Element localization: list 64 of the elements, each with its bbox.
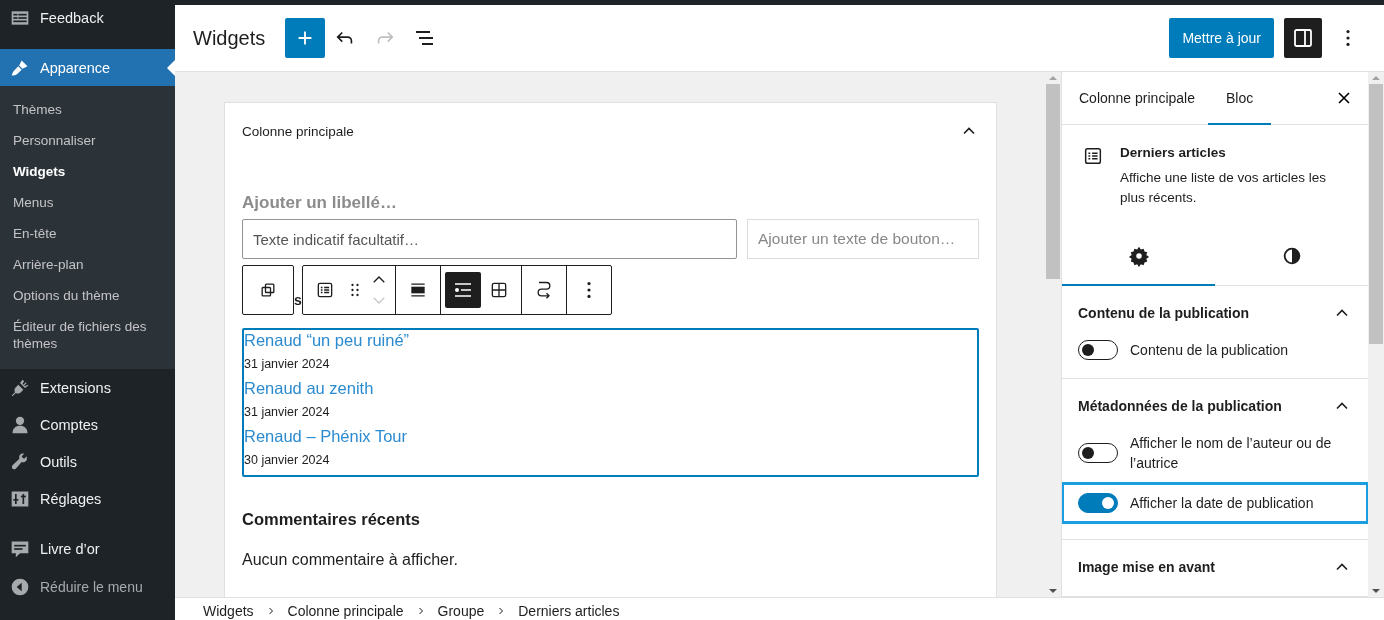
search-button-text-field[interactable]: Ajouter un texte de bouton…	[747, 219, 979, 259]
sidebar-icon	[1291, 26, 1315, 50]
breadcrumb-link[interactable]: Widgets	[203, 602, 254, 619]
add-block-button[interactable]	[285, 18, 326, 58]
empty-message: Aucun commentaire à afficher.	[242, 551, 459, 569]
admin-submenu-item[interactable]: Thèmes	[0, 94, 175, 125]
form-icon	[10, 8, 30, 28]
parent-block-button[interactable]	[242, 265, 294, 315]
post-link[interactable]: Renaud au zenith	[244, 378, 374, 398]
breadcrumb-link[interactable]: Derniers articles	[518, 602, 620, 619]
more-icon	[1346, 30, 1350, 46]
admin-menu-item[interactable]: Livre d’or	[0, 530, 175, 567]
panel-title[interactable]: Métadonnées de la publication	[1078, 398, 1282, 414]
block-description: Affiche une liste de vos articles les plus récents.	[1120, 169, 1328, 207]
heading-text: s	[294, 292, 302, 308]
grid-icon	[489, 280, 509, 300]
post-date: 31 janvier 2024	[244, 356, 330, 372]
widget-area-title: Colonne principale	[242, 123, 354, 139]
admin-menu-item[interactable]: Apparence	[0, 49, 175, 86]
admin-submenu-item[interactable]: Menus	[0, 187, 175, 218]
toggle-switch[interactable]	[1078, 493, 1118, 513]
section-heading: Commentaires récents	[242, 510, 421, 529]
toggle-label: Contenu de la publication	[1130, 341, 1288, 360]
list-icon	[1082, 145, 1104, 167]
panel-title[interactable]: Contenu de la publication	[1078, 305, 1250, 321]
admin-menu-item[interactable]: Comptes	[0, 406, 175, 443]
user-icon	[10, 414, 30, 435]
panel-title[interactable]: Image mise en avant	[1078, 559, 1215, 575]
admin-submenu-item[interactable]: Arrière-plan	[0, 249, 175, 280]
breadcrumb-link[interactable]: Colonne principale	[287, 602, 404, 619]
admin-menu-item[interactable]: Extensions	[0, 369, 175, 406]
update-button[interactable]: Mettre à jour	[1169, 18, 1274, 58]
admin-submenu-item[interactable]: Personnaliser	[0, 125, 175, 156]
list-view-button[interactable]	[445, 272, 481, 308]
post-link[interactable]: Renaud “un peu ruiné”	[244, 330, 410, 350]
post-link[interactable]: Renaud – Phénix Tour	[244, 426, 407, 446]
wrench-icon	[10, 451, 30, 472]
toggle-switch[interactable]	[1078, 443, 1118, 463]
admin-menu-item[interactable]: Outils	[0, 443, 175, 480]
search-input-field[interactable]: Texte indicatif facultatif…	[242, 219, 737, 259]
list-icon	[315, 280, 335, 300]
admin-submenu-item[interactable]: Widgets	[0, 156, 175, 187]
admin-submenu-item[interactable]: Éditeur de fichiers des thèmes	[0, 311, 175, 359]
admin-submenu-item[interactable]: En-tête	[0, 218, 175, 249]
collapse-icon	[10, 576, 30, 597]
post-date: 31 janvier 2024	[244, 404, 330, 420]
toggle-label: Afficher le nom de l’auteur ou de l’autrice	[1130, 434, 1333, 473]
sidebar-tab[interactable]: Bloc	[1207, 72, 1272, 125]
plug-icon	[10, 377, 30, 398]
sidebar-tab[interactable]: Colonne principale	[1066, 72, 1208, 125]
settings-toggle-button[interactable]	[1284, 18, 1322, 58]
admin-submenu-item[interactable]: Options du thème	[0, 280, 175, 311]
toggle-label: Afficher la date de publication	[1130, 494, 1314, 513]
page-title: Widgets	[193, 26, 266, 50]
block-title: Derniers articles	[1120, 145, 1227, 160]
admin-menu-item[interactable]: Réglages	[0, 480, 175, 517]
admin-menu-item[interactable]: Feedback	[0, 0, 175, 36]
post-date: 30 janvier 2024	[244, 452, 330, 468]
toggle-switch[interactable]	[1078, 340, 1118, 360]
more-icon	[587, 282, 591, 298]
scrollbar[interactable]	[1368, 72, 1384, 597]
admin-menu-item[interactable]: Réduire le menu	[0, 568, 175, 605]
latest-posts-block[interactable]: Renaud “un peu ruiné” 31 janvier 2024 Renaud au zenith 31 janvier 2024 Renaud – Phénix Tour 30 janvier 2024	[242, 328, 979, 477]
breadcrumb-link[interactable]: Groupe	[437, 602, 485, 619]
